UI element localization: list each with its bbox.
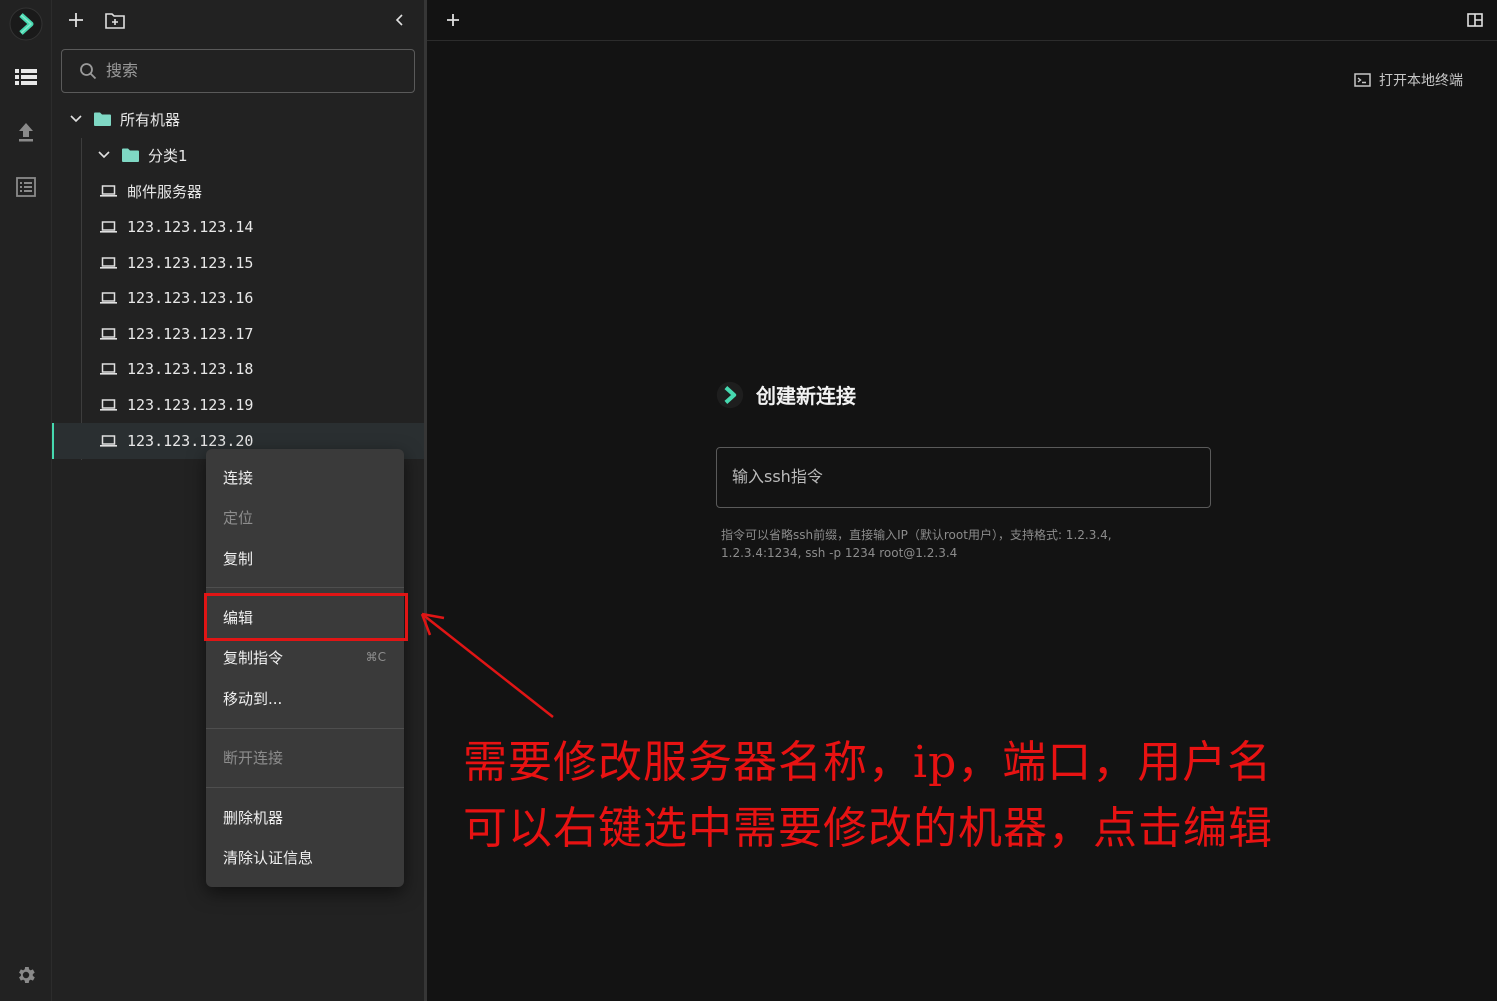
shortcut-hint: ⌘C bbox=[365, 650, 386, 664]
selection-indicator bbox=[52, 423, 54, 459]
annotation-arrow bbox=[420, 612, 554, 718]
menu-separator bbox=[206, 787, 404, 788]
add-machine-button[interactable] bbox=[62, 6, 90, 34]
laptop-icon bbox=[100, 292, 117, 304]
tree-machine[interactable]: 123.123.123.17 bbox=[52, 316, 424, 352]
local-terminal-label: 打开本地终端 bbox=[1379, 73, 1463, 89]
menu-item-copy-command[interactable]: 复制指令 ⌘C bbox=[206, 639, 404, 675]
new-folder-button[interactable] bbox=[101, 6, 129, 34]
menu-item-clear-auth[interactable]: 清除认证信息 bbox=[206, 839, 404, 875]
annotation-line-1: 需要修改服务器名称，ip，端口，用户名 bbox=[463, 737, 1273, 788]
terminal-icon bbox=[1354, 73, 1371, 87]
activity-bar bbox=[0, 0, 52, 1001]
server-list-icon[interactable] bbox=[0, 57, 51, 97]
create-connection-heading: 创建新连接 bbox=[716, 380, 856, 409]
tree-machine-label: 123.123.123.15 bbox=[127, 254, 254, 272]
tree-machine-label: 123.123.123.14 bbox=[127, 218, 254, 236]
laptop-icon bbox=[100, 363, 117, 375]
menu-item-move-to[interactable]: 移动到... bbox=[206, 680, 404, 716]
tree-machine[interactable]: 123.123.123.19 bbox=[52, 387, 424, 423]
plus-icon bbox=[69, 13, 83, 27]
laptop-icon bbox=[100, 328, 117, 340]
folder-plus-icon bbox=[105, 12, 125, 29]
log-list-icon[interactable] bbox=[0, 167, 51, 207]
ssh-command-input[interactable] bbox=[732, 448, 1197, 505]
tree-machine-label: 123.123.123.18 bbox=[127, 360, 254, 378]
laptop-icon bbox=[100, 221, 117, 233]
tree-machine[interactable]: 123.123.123.14 bbox=[52, 209, 424, 245]
laptop-icon bbox=[100, 257, 117, 269]
laptop-icon bbox=[100, 435, 117, 447]
ssh-command-box[interactable] bbox=[716, 447, 1211, 508]
new-tab-button[interactable] bbox=[439, 6, 467, 34]
ssh-hint-text: 指令可以省略ssh前缀，直接输入IP（默认root用户），支持格式: 1.2.3… bbox=[721, 528, 1112, 560]
collapse-sidebar-button[interactable] bbox=[386, 6, 414, 34]
chevron-down-icon bbox=[66, 115, 86, 123]
menu-item-disconnect: 断开连接 bbox=[223, 748, 284, 767]
context-menu: 连接 定位 复制 编辑 复制指令 ⌘C 移动到... 断开连接 删除机器 清除认证… bbox=[206, 449, 404, 887]
laptop-icon bbox=[100, 399, 117, 411]
chevron-left-icon bbox=[395, 14, 403, 26]
open-local-terminal-button[interactable]: 打开本地终端 bbox=[1354, 68, 1463, 92]
gear-icon[interactable] bbox=[0, 955, 51, 995]
layout-icon bbox=[1467, 13, 1483, 27]
tree-machine-label: 123.123.123.20 bbox=[127, 432, 254, 450]
menu-item-connect[interactable]: 连接 bbox=[206, 459, 404, 495]
tree-machine[interactable]: 123.123.123.18 bbox=[52, 351, 424, 387]
tree-machine-label: 123.123.123.17 bbox=[127, 325, 254, 343]
sidebar-resize-handle[interactable] bbox=[424, 0, 427, 1001]
logo-icon bbox=[716, 381, 744, 408]
folder-icon bbox=[94, 112, 111, 126]
menu-separator bbox=[206, 587, 404, 588]
search-input[interactable] bbox=[106, 50, 406, 90]
tab-bar bbox=[427, 0, 1497, 41]
plus-icon bbox=[447, 14, 459, 26]
tree-machine-label: 123.123.123.19 bbox=[127, 396, 254, 414]
menu-separator bbox=[206, 728, 404, 729]
create-connection-title: 创建新连接 bbox=[756, 384, 856, 408]
tree-machine[interactable]: 123.123.123.15 bbox=[52, 245, 424, 281]
tree-machine[interactable]: 123.123.123.16 bbox=[52, 280, 424, 316]
layout-toggle-button[interactable] bbox=[1461, 6, 1489, 34]
search-box[interactable] bbox=[61, 49, 415, 93]
annotation-line-2: 可以右键选中需要修改的机器，点击编辑 bbox=[463, 803, 1273, 854]
tree-folder-all-machines[interactable]: 所有机器 bbox=[52, 101, 424, 137]
search-icon bbox=[80, 63, 97, 80]
tree-folder-label: 分类1 bbox=[148, 146, 188, 165]
menu-item-locate: 定位 bbox=[223, 508, 254, 527]
annotation-highlight-box bbox=[204, 593, 408, 641]
tree-machine[interactable]: 邮件服务器 bbox=[52, 173, 424, 209]
tree-machine-label: 邮件服务器 bbox=[127, 182, 203, 201]
tree-folder-label: 所有机器 bbox=[120, 110, 181, 129]
menu-item-delete-machine[interactable]: 删除机器 bbox=[206, 799, 404, 835]
upload-icon[interactable] bbox=[0, 112, 51, 152]
logo-icon[interactable] bbox=[0, 4, 51, 44]
tree-machine-label: 123.123.123.16 bbox=[127, 289, 254, 307]
menu-item-copy[interactable]: 复制 bbox=[206, 540, 404, 576]
chevron-down-icon bbox=[94, 151, 114, 159]
folder-icon bbox=[122, 148, 139, 162]
laptop-icon bbox=[100, 185, 117, 197]
tree-folder-group[interactable]: 分类1 bbox=[52, 137, 424, 173]
